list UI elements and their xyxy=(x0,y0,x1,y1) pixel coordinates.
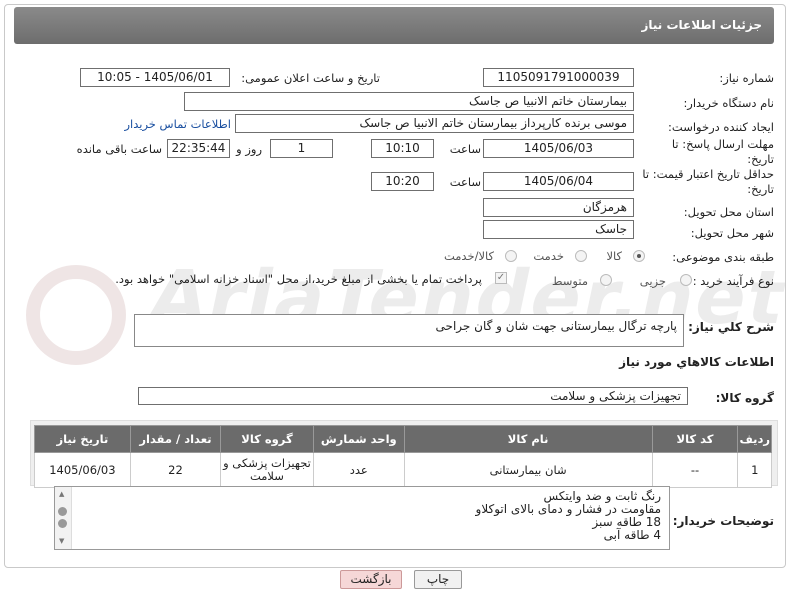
buyer-org-field: بیمارستان خاتم الانبیا ص جاسک xyxy=(184,92,634,111)
process-option-minor: جزیی xyxy=(639,274,666,288)
need-number-field: 1105091791000039 xyxy=(483,68,634,87)
items-table: ردیف کد کالا نام کالا واحد شمارش گروه کا… xyxy=(34,425,772,488)
process-radio-minor[interactable] xyxy=(680,274,692,286)
goods-group-label: گروه کالا: xyxy=(715,391,774,405)
summary-text: پارچه ترگال بیمارستانی جهت شان و گان جرا… xyxy=(435,319,677,333)
cell-date: 1405/06/03 xyxy=(34,452,131,488)
notes-line: 4 طاقه آبی xyxy=(603,528,661,542)
header-bar: جزئیات اطلاعات نیاز xyxy=(14,7,774,44)
page-title: جزئیات اطلاعات نیاز xyxy=(641,18,762,32)
category-label: طبقه بندی موضوعی: xyxy=(672,250,774,264)
category-radio-goods[interactable] xyxy=(633,250,645,262)
scroll-thumb-2[interactable] xyxy=(58,519,67,528)
price-valid-time-field: 10:20 xyxy=(371,172,434,191)
deadline-date-field: 1405/06/03 xyxy=(483,139,634,158)
creator-field: موسی برنده کارپرداز بیمارستان خاتم الانب… xyxy=(235,114,634,133)
cell-name: شان بیمارستانی xyxy=(403,452,653,488)
buyer-notes-textarea[interactable]: ▲ ▼ رنگ ثابت و ضد وایتکس مقاومت در فشار … xyxy=(54,486,670,550)
cell-row-number: 1 xyxy=(737,452,772,488)
col-code-header: کد کالا xyxy=(651,425,739,453)
scroll-up-icon[interactable]: ▲ xyxy=(59,490,64,498)
deadline-time-field: 10:10 xyxy=(371,139,434,158)
cell-qty: 22 xyxy=(129,452,222,488)
cell-code: -- xyxy=(651,452,739,488)
price-valid-date-field: 1405/06/04 xyxy=(483,172,634,191)
days-field: 1 xyxy=(270,139,333,158)
days-label: روز و xyxy=(236,142,262,156)
col-unit-header: واحد شمارش xyxy=(312,425,405,453)
table-header-row: ردیف کد کالا نام کالا واحد شمارش گروه کا… xyxy=(34,425,772,453)
col-qty-header: تعداد / مقدار xyxy=(129,425,222,453)
goods-group-field: تجهیزات پزشکی و سلامت xyxy=(138,387,688,405)
summary-textarea[interactable]: پارچه ترگال بیمارستانی جهت شان و گان جرا… xyxy=(134,314,684,347)
buyer-notes-label: توضیحات خریدار: xyxy=(672,514,774,528)
contact-info-link[interactable]: اطلاعات تماس خریدار xyxy=(124,117,231,131)
province-field: هرمزگان xyxy=(483,198,634,217)
back-button[interactable]: بازگشت xyxy=(340,570,402,589)
city-field: جاسک xyxy=(483,220,634,239)
print-button[interactable]: چاپ xyxy=(414,570,462,589)
cell-unit: عدد xyxy=(312,452,405,488)
buyer-org-label: نام دستگاه خریدار: xyxy=(683,96,774,110)
price-valid-label: حداقل تاریخ اعتبار قیمت: تا تاریخ: xyxy=(642,167,774,196)
deadline-label: مهلت ارسال پاسخ: تا تاریخ: xyxy=(671,137,774,166)
price-valid-time-label: ساعت xyxy=(449,175,481,189)
summary-label: شرح کلي نياز: xyxy=(688,320,774,334)
goods-info-heading: اطلاعات کالاهاي مورد نياز xyxy=(619,355,774,369)
treasury-payment-checkbox[interactable]: ✓ xyxy=(495,272,507,284)
notes-scrollbar[interactable]: ▲ ▼ xyxy=(55,487,72,549)
scroll-thumb[interactable] xyxy=(58,507,67,516)
col-row-header: ردیف xyxy=(737,425,772,453)
table-row[interactable]: 1 -- شان بیمارستانی عدد تجهیزات پزشکی و … xyxy=(34,452,772,488)
announce-label: تاریخ و ساعت اعلان عمومی: xyxy=(241,71,380,85)
creator-label: ایجاد کننده درخواست: xyxy=(668,120,774,134)
process-option-medium: متوسط xyxy=(551,274,588,288)
buyer-notes-text: رنگ ثابت و ضد وایتکس مقاومت در فشار و دم… xyxy=(476,490,661,542)
col-group-header: گروه کالا xyxy=(220,425,314,453)
col-date-header: تاریخ نیاز xyxy=(34,425,131,453)
province-label: استان محل تحویل: xyxy=(683,205,774,219)
announce-field: 1405/06/01 - 10:05 xyxy=(80,68,230,87)
payment-note: پرداخت تمام یا بخشی از مبلغ خرید،از محل … xyxy=(115,272,482,286)
cell-group: تجهیزات پزشکی و سلامت xyxy=(220,452,314,488)
category-option-service: خدمت xyxy=(533,249,564,263)
city-label: شهر محل تحویل: xyxy=(690,226,774,240)
category-option-goods: کالا xyxy=(606,249,622,263)
col-name-header: نام کالا xyxy=(403,425,653,453)
remaining-label: ساعت باقی مانده xyxy=(76,142,162,156)
category-radio-service[interactable] xyxy=(575,250,587,262)
need-number-label: شماره نیاز: xyxy=(719,71,774,85)
process-label: نوع فرآیند خرید : xyxy=(692,274,774,288)
watermark-logo-icon xyxy=(26,265,126,365)
deadline-time-label: ساعت xyxy=(449,142,481,156)
scroll-down-icon[interactable]: ▼ xyxy=(59,537,64,545)
remaining-time-field: 22:35:44 xyxy=(167,139,230,158)
category-option-both: کالا/خدمت xyxy=(443,249,494,263)
category-radio-both[interactable] xyxy=(505,250,517,262)
process-radio-medium[interactable] xyxy=(600,274,612,286)
